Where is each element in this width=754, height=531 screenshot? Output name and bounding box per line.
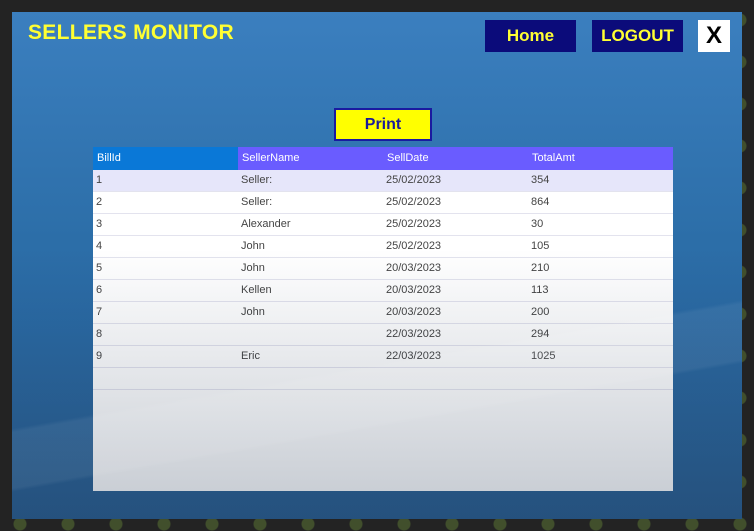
column-header-totalamt[interactable]: TotalAmt: [528, 147, 673, 170]
table-row[interactable]: 4 John 25/02/2023 105: [93, 236, 673, 258]
column-header-billid[interactable]: BillId: [93, 147, 238, 170]
cell-selldate[interactable]: 25/02/2023: [383, 214, 528, 235]
sellers-table[interactable]: BillId SellerName SellDate TotalAmt 1 Se…: [93, 147, 673, 491]
cell-selldate[interactable]: 20/03/2023: [383, 258, 528, 279]
table-row[interactable]: 2 Seller: 25/02/2023 864: [93, 192, 673, 214]
cell-totalamt[interactable]: 1025: [528, 346, 673, 367]
cell-sellername[interactable]: John: [238, 236, 383, 257]
cell-totalamt[interactable]: 210: [528, 258, 673, 279]
table-row[interactable]: 9 Eric 22/03/2023 1025: [93, 346, 673, 368]
table-row[interactable]: 6 Kellen 20/03/2023 113: [93, 280, 673, 302]
cell-sellername[interactable]: John: [238, 258, 383, 279]
close-button[interactable]: X: [698, 20, 730, 52]
cell-selldate[interactable]: 22/03/2023: [383, 346, 528, 367]
table-row[interactable]: 5 John 20/03/2023 210: [93, 258, 673, 280]
cell-sellername[interactable]: John: [238, 302, 383, 323]
table-row-new[interactable]: [93, 368, 673, 390]
cell-billid[interactable]: 5: [93, 258, 238, 279]
cell-totalamt[interactable]: 354: [528, 170, 673, 191]
cell-selldate[interactable]: 22/03/2023: [383, 324, 528, 345]
cell-sellername[interactable]: Eric: [238, 346, 383, 367]
cell-totalamt[interactable]: 200: [528, 302, 673, 323]
cell-totalamt[interactable]: 113: [528, 280, 673, 301]
main-window: SELLERS MONITOR Home LOGOUT X Print Bill…: [12, 12, 742, 519]
logout-button[interactable]: LOGOUT: [592, 20, 683, 52]
app-title: SELLERS MONITOR: [28, 21, 234, 44]
cell-billid[interactable]: 7: [93, 302, 238, 323]
cell-totalamt[interactable]: 30: [528, 214, 673, 235]
cell-totalamt[interactable]: 864: [528, 192, 673, 213]
cell-sellername[interactable]: Seller:: [238, 192, 383, 213]
cell-sellername[interactable]: Kellen: [238, 280, 383, 301]
cell-billid[interactable]: 2: [93, 192, 238, 213]
cell-billid[interactable]: 3: [93, 214, 238, 235]
cell-billid[interactable]: 6: [93, 280, 238, 301]
cell-selldate[interactable]: 25/02/2023: [383, 236, 528, 257]
cell-billid[interactable]: 4: [93, 236, 238, 257]
column-header-selldate[interactable]: SellDate: [383, 147, 528, 170]
cell-selldate[interactable]: [383, 368, 528, 389]
cell-sellername[interactable]: Alexander: [238, 214, 383, 235]
cell-sellername[interactable]: [238, 368, 383, 389]
column-header-sellername[interactable]: SellerName: [238, 147, 383, 170]
cell-billid[interactable]: 9: [93, 346, 238, 367]
cell-totalamt[interactable]: 105: [528, 236, 673, 257]
cell-selldate[interactable]: 25/02/2023: [383, 192, 528, 213]
table-row[interactable]: 1 Seller: 25/02/2023 354: [93, 170, 673, 192]
table-row[interactable]: 3 Alexander 25/02/2023 30: [93, 214, 673, 236]
home-button[interactable]: Home: [485, 20, 576, 52]
print-button[interactable]: Print: [334, 108, 432, 141]
cell-totalamt[interactable]: 294: [528, 324, 673, 345]
cell-billid[interactable]: 8: [93, 324, 238, 345]
cell-sellername[interactable]: [238, 324, 383, 345]
cell-selldate[interactable]: 20/03/2023: [383, 280, 528, 301]
cell-totalamt[interactable]: [528, 368, 673, 389]
cell-sellername[interactable]: Seller:: [238, 170, 383, 191]
cell-billid[interactable]: [93, 368, 238, 389]
cell-billid[interactable]: 1: [93, 170, 238, 191]
table-row[interactable]: 8 22/03/2023 294: [93, 324, 673, 346]
cell-selldate[interactable]: 25/02/2023: [383, 170, 528, 191]
table-row[interactable]: 7 John 20/03/2023 200: [93, 302, 673, 324]
cell-selldate[interactable]: 20/03/2023: [383, 302, 528, 323]
table-header: BillId SellerName SellDate TotalAmt: [93, 147, 673, 170]
